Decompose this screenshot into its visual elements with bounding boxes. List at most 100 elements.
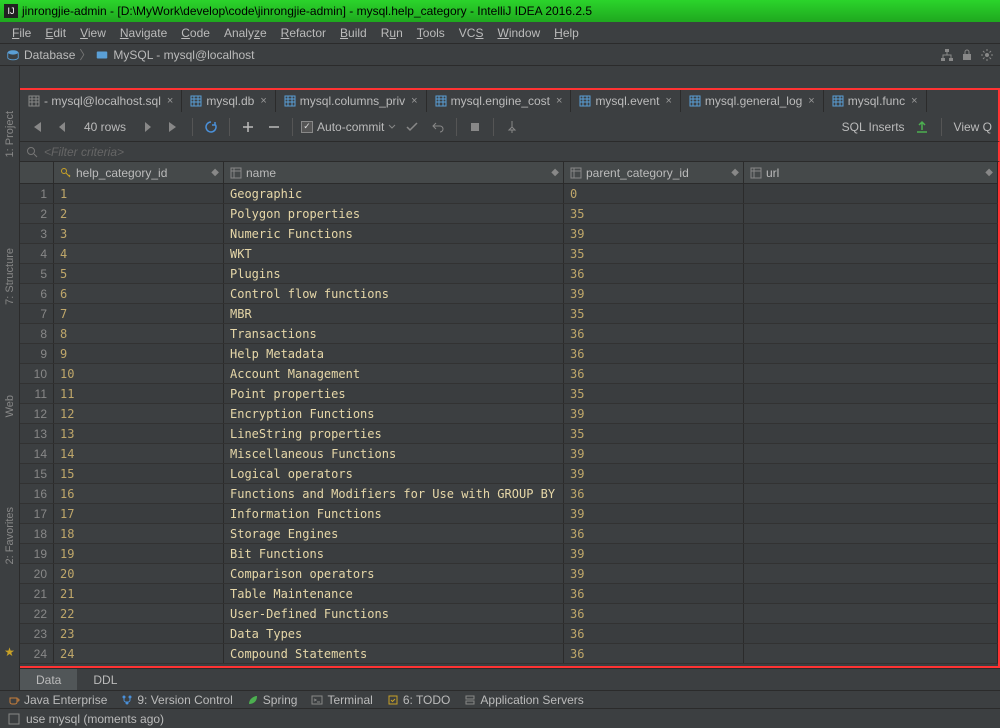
table-row[interactable]: 55Plugins36 [20,264,998,284]
add-row-button[interactable] [238,117,258,137]
table-row[interactable]: 44WKT35 [20,244,998,264]
cell-parent-category-id[interactable]: 36 [564,484,744,503]
cell-name[interactable]: Information Functions [224,504,564,523]
cell-name[interactable]: Table Maintenance [224,584,564,603]
cell-help-category-id[interactable]: 13 [54,424,224,443]
cell-help-category-id[interactable]: 22 [54,604,224,623]
cell-parent-category-id[interactable]: 35 [564,244,744,263]
cell-parent-category-id[interactable]: 39 [564,284,744,303]
cell-parent-category-id[interactable]: 35 [564,424,744,443]
cell-name[interactable]: WKT [224,244,564,263]
cell-url[interactable] [744,524,998,543]
close-icon[interactable]: × [665,95,671,107]
toolwindow-button[interactable]: Application Servers [464,693,583,707]
commit-button[interactable] [402,117,422,137]
table-row[interactable]: 1414Miscellaneous Functions39 [20,444,998,464]
cell-help-category-id[interactable]: 3 [54,224,224,243]
cell-parent-category-id[interactable]: 39 [564,504,744,523]
first-page-button[interactable] [26,117,46,137]
cell-name[interactable]: Functions and Modifiers for Use with GRO… [224,484,564,503]
table-row[interactable]: 2121Table Maintenance36 [20,584,998,604]
editor-tab[interactable]: mysql.func× [824,90,927,112]
column-header-url[interactable]: url ◆ [744,162,998,183]
table-row[interactable]: 1212Encryption Functions39 [20,404,998,424]
cell-parent-category-id[interactable]: 35 [564,384,744,403]
menu-view[interactable]: View [74,24,112,42]
menu-code[interactable]: Code [175,24,216,42]
toolwindow-project[interactable]: 1: Project [4,101,16,167]
column-header-help-category-id[interactable]: help_category_id ◆ [54,162,224,183]
gear-icon[interactable] [980,48,994,62]
editor-tab[interactable]: mysql.db× [182,90,275,112]
cell-name[interactable]: Logical operators [224,464,564,483]
table-row[interactable]: 1010Account Management36 [20,364,998,384]
toolwindow-structure[interactable]: 7: Structure [4,238,16,315]
cell-url[interactable] [744,544,998,563]
toolwindow-button[interactable]: Terminal [311,693,372,707]
close-icon[interactable]: × [911,95,917,107]
prev-page-button[interactable] [52,117,72,137]
table-row[interactable]: 33Numeric Functions39 [20,224,998,244]
table-row[interactable]: 2323Data Types36 [20,624,998,644]
cell-name[interactable]: Polygon properties [224,204,564,223]
cell-parent-category-id[interactable]: 39 [564,564,744,583]
cell-url[interactable] [744,264,998,283]
menu-refactor[interactable]: Refactor [275,24,332,42]
cell-parent-category-id[interactable]: 36 [564,644,744,663]
menu-file[interactable]: File [6,24,37,42]
cell-help-category-id[interactable]: 9 [54,344,224,363]
table-row[interactable]: 11Geographic0 [20,184,998,204]
cell-url[interactable] [744,504,998,523]
cell-url[interactable] [744,364,998,383]
cell-parent-category-id[interactable]: 36 [564,604,744,623]
remove-row-button[interactable] [264,117,284,137]
cell-name[interactable]: Comparison operators [224,564,564,583]
toolwindow-web[interactable]: Web [4,385,16,427]
cell-url[interactable] [744,344,998,363]
close-icon[interactable]: × [808,95,814,107]
menu-build[interactable]: Build [334,24,373,42]
cell-parent-category-id[interactable]: 36 [564,364,744,383]
cell-name[interactable]: Plugins [224,264,564,283]
editor-tab[interactable]: - mysql@localhost.sql× [20,90,182,112]
table-row[interactable]: 2222User-Defined Functions36 [20,604,998,624]
cell-parent-category-id[interactable]: 39 [564,404,744,423]
cell-help-category-id[interactable]: 1 [54,184,224,203]
table-row[interactable]: 1616Functions and Modifiers for Use with… [20,484,998,504]
cell-help-category-id[interactable]: 19 [54,544,224,563]
cell-parent-category-id[interactable]: 39 [564,544,744,563]
cell-name[interactable]: Point properties [224,384,564,403]
cell-help-category-id[interactable]: 8 [54,324,224,343]
table-row[interactable]: 1313LineString properties35 [20,424,998,444]
column-header-parent-category-id[interactable]: parent_category_id ◆ [564,162,744,183]
rollback-button[interactable] [428,117,448,137]
cell-parent-category-id[interactable]: 35 [564,204,744,223]
breadcrumb-item[interactable]: MySQL - mysql@localhost [113,48,254,62]
cell-help-category-id[interactable]: 4 [54,244,224,263]
cell-help-category-id[interactable]: 14 [54,444,224,463]
cell-name[interactable]: Miscellaneous Functions [224,444,564,463]
menu-vcs[interactable]: VCS [453,24,490,42]
column-header-name[interactable]: name ◆ [224,162,564,183]
filter-input[interactable]: <Filter criteria> [44,145,124,159]
table-row[interactable]: 1818Storage Engines36 [20,524,998,544]
tab-ddl[interactable]: DDL [77,669,133,690]
table-row[interactable]: 22Polygon properties35 [20,204,998,224]
editor-tab[interactable]: mysql.event× [571,90,680,112]
editor-tab[interactable]: mysql.general_log× [681,90,824,112]
cell-name[interactable]: Numeric Functions [224,224,564,243]
cell-parent-category-id[interactable]: 36 [564,264,744,283]
menu-edit[interactable]: Edit [39,24,72,42]
refresh-button[interactable] [201,117,221,137]
menu-analyze[interactable]: Analyze [218,24,273,42]
breadcrumb-item[interactable]: Database [24,48,75,62]
auto-commit-toggle[interactable]: ✓ Auto-commit [301,120,396,134]
pin-button[interactable] [502,117,522,137]
table-row[interactable]: 1111Point properties35 [20,384,998,404]
cell-url[interactable] [744,444,998,463]
editor-tab[interactable]: mysql.columns_priv× [276,90,427,112]
cell-url[interactable] [744,244,998,263]
cell-help-category-id[interactable]: 18 [54,524,224,543]
cell-url[interactable] [744,304,998,323]
menu-window[interactable]: Window [491,24,546,42]
